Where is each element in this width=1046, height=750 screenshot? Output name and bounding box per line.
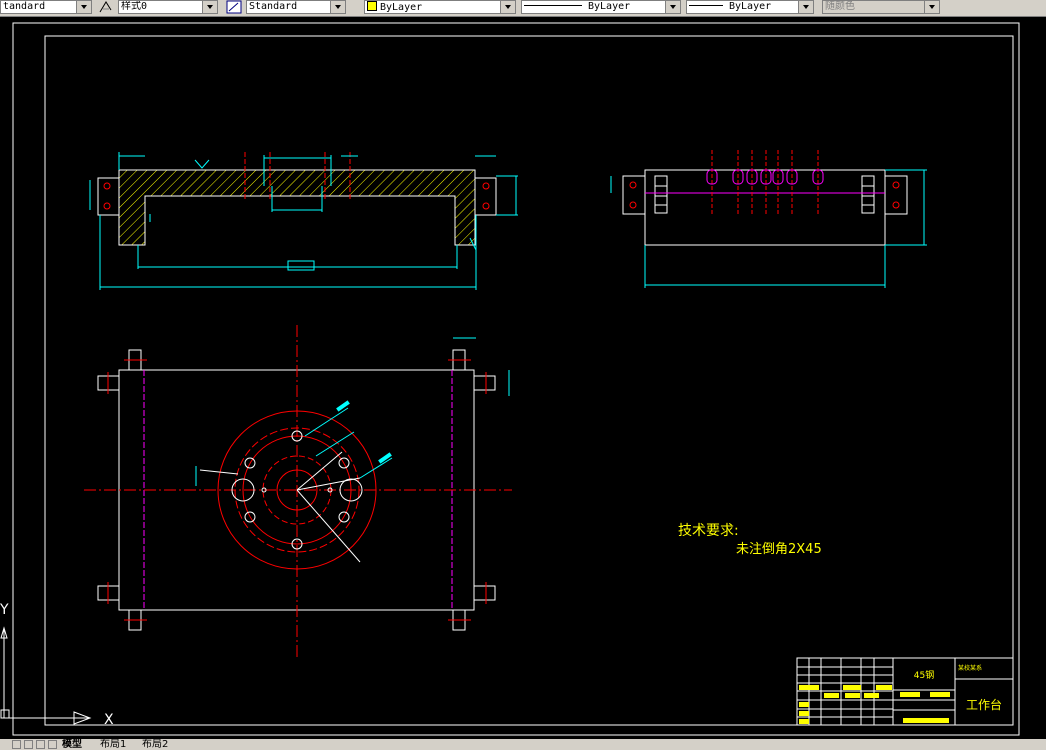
last-tab-icon[interactable] — [48, 740, 57, 749]
drawing-canvas[interactable]: 技术要求: 未注倒角2X45 45钢 工作台 某校某系 Y X — [0, 17, 1046, 737]
chevron-down-icon — [924, 1, 939, 13]
ucs-x-label: X — [104, 712, 114, 728]
prev-tab-icon[interactable] — [24, 740, 33, 749]
table-style-value: 样式0 — [121, 1, 148, 12]
lineweight-value: ByLayer — [729, 1, 772, 12]
chevron-down-icon[interactable] — [500, 1, 515, 13]
properties-toolbar: tandard 样式0 Standard ByLayer ByLayer ByL… — [0, 0, 1046, 17]
color-swatch-icon — [367, 1, 377, 11]
text-style-value: tandard — [3, 1, 46, 12]
inner-border — [44, 35, 1014, 726]
tab-layout2[interactable]: 布局2 — [142, 739, 168, 750]
plot-style-combo: 随颜色 — [822, 0, 940, 14]
chevron-down-icon[interactable] — [76, 1, 91, 13]
linetype-combo[interactable]: ByLayer — [521, 0, 681, 14]
layout-tabs-bar: 模型 布局1 布局2 — [0, 739, 1046, 750]
color-combo[interactable]: ByLayer — [364, 0, 516, 14]
chevron-down-icon[interactable] — [202, 1, 217, 13]
lineweight-combo[interactable]: ByLayer — [686, 0, 814, 14]
layer-color-value: ByLayer — [380, 2, 423, 13]
first-tab-icon[interactable] — [12, 740, 21, 749]
linetype-value: ByLayer — [588, 1, 631, 12]
lineweight-preview-icon — [689, 5, 723, 6]
text-style-combo[interactable]: tandard — [0, 0, 92, 14]
ucs-icon: Y X — [0, 602, 114, 728]
outer-border — [12, 22, 1020, 736]
top-view — [84, 325, 512, 660]
side-view — [610, 150, 927, 288]
front-section-view — [89, 152, 518, 290]
ucs-y-label: Y — [0, 602, 9, 618]
dim-style-combo[interactable]: Standard — [246, 0, 346, 14]
title-block: 45钢 工作台 某校某系 — [796, 657, 1014, 726]
tab-layout1[interactable]: 布局1 — [100, 739, 126, 750]
school-label: 某校某系 — [958, 664, 982, 672]
notes-line1: 未注倒角2X45 — [736, 542, 822, 557]
dimension-style-icon[interactable] — [226, 0, 242, 14]
dim-style-value: Standard — [249, 1, 298, 12]
plot-style-value: 随颜色 — [825, 1, 855, 12]
table-style-combo[interactable]: 样式0 — [118, 0, 218, 14]
chevron-down-icon[interactable] — [665, 1, 680, 13]
notes-heading: 技术要求: — [678, 523, 739, 539]
linetype-preview-icon — [524, 5, 582, 6]
part-name-label: 工作台 — [966, 697, 1002, 712]
chevron-down-icon[interactable] — [330, 1, 345, 13]
next-tab-icon[interactable] — [36, 740, 45, 749]
material-label: 45钢 — [914, 669, 934, 681]
tab-model[interactable]: 模型 — [62, 739, 82, 750]
chevron-down-icon[interactable] — [798, 1, 813, 13]
table-style-icon[interactable] — [98, 0, 114, 14]
